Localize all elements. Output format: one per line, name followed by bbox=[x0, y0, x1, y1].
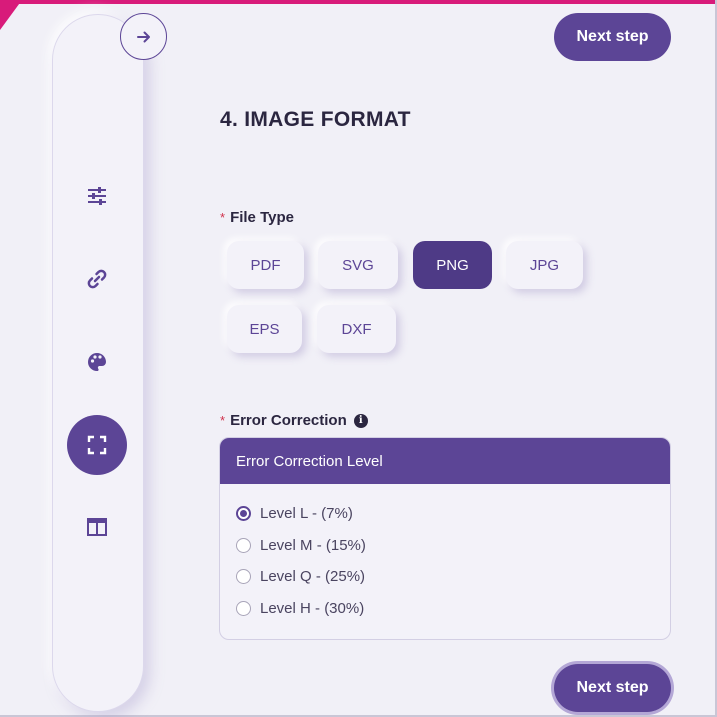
file-type-eps-button[interactable]: EPS bbox=[227, 305, 302, 353]
file-type-label-text: File Type bbox=[230, 209, 294, 226]
next-step-button-bottom[interactable]: Next step bbox=[554, 664, 671, 712]
file-type-dxf-button[interactable]: DXF bbox=[317, 305, 396, 353]
nav-item-layout[interactable] bbox=[67, 497, 127, 557]
palette-icon bbox=[88, 353, 106, 371]
sliders-icon bbox=[88, 187, 106, 205]
error-correction-label-text: Error Correction bbox=[230, 412, 347, 429]
radio-button[interactable] bbox=[236, 601, 251, 616]
error-correction-card: Error Correction Level Level L - (7%) Le… bbox=[219, 437, 671, 640]
file-type-pdf-button[interactable]: PDF bbox=[227, 241, 304, 289]
arrow-right-icon bbox=[136, 31, 150, 42]
error-correction-card-header: Error Correction Level bbox=[220, 438, 670, 484]
page-title: 4. IMAGE FORMAT bbox=[220, 108, 411, 131]
error-correction-label: * Error Correction i bbox=[220, 412, 368, 429]
radio-button[interactable] bbox=[236, 538, 251, 553]
radio-label: Level H - (30%) bbox=[260, 600, 365, 617]
expand-icon bbox=[87, 435, 107, 455]
file-type-jpg-button[interactable]: JPG bbox=[506, 241, 583, 289]
nav-item-image-format[interactable] bbox=[67, 415, 127, 475]
radio-label: Level Q - (25%) bbox=[260, 568, 366, 585]
next-step-button-top[interactable]: Next step bbox=[554, 13, 671, 61]
nav-item-content[interactable] bbox=[67, 249, 127, 309]
file-type-png-button[interactable]: PNG bbox=[413, 241, 492, 289]
radio-button[interactable] bbox=[236, 506, 251, 521]
link-icon bbox=[87, 269, 107, 289]
corner-ribbon bbox=[0, 0, 22, 30]
info-icon[interactable]: i bbox=[353, 413, 368, 428]
sidebar-toggle-button[interactable] bbox=[120, 13, 167, 60]
radio-label: Level M - (15%) bbox=[260, 537, 366, 554]
file-type-label: * File Type bbox=[220, 209, 294, 226]
required-mark: * bbox=[220, 413, 226, 428]
nav-item-options[interactable] bbox=[67, 166, 127, 226]
required-mark: * bbox=[220, 210, 226, 225]
top-accent-bar bbox=[0, 0, 717, 4]
radio-option-level-h[interactable]: Level H - (30%) bbox=[236, 600, 364, 617]
radio-button[interactable] bbox=[236, 569, 251, 584]
radio-label: Level L - (7%) bbox=[260, 505, 353, 522]
radio-option-level-m[interactable]: Level M - (15%) bbox=[236, 537, 366, 554]
nav-item-colors[interactable] bbox=[67, 332, 127, 392]
radio-option-level-q[interactable]: Level Q - (25%) bbox=[236, 568, 365, 585]
file-type-svg-button[interactable]: SVG bbox=[318, 241, 398, 289]
radio-option-level-l[interactable]: Level L - (7%) bbox=[236, 505, 353, 522]
layout-icon bbox=[87, 518, 107, 536]
